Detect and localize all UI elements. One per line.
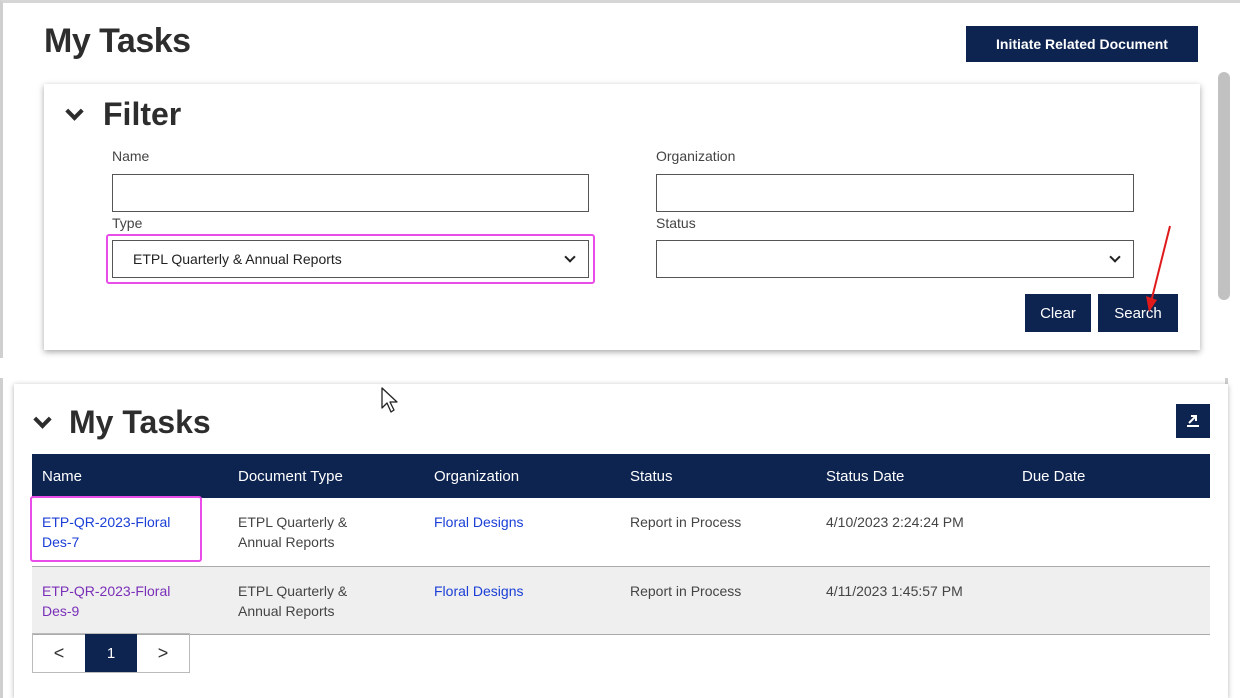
status-cell: Report in Process: [620, 566, 816, 635]
name-input[interactable]: [112, 174, 589, 212]
task-name-cell: ETP-QR-2023-Floral Des-9: [32, 566, 228, 635]
organization-label: Organization: [656, 148, 736, 164]
document-type-line2: Annual Reports: [238, 534, 335, 550]
export-button[interactable]: [1176, 404, 1210, 438]
document-type-line2: Annual Reports: [238, 602, 335, 619]
status-cell: Report in Process: [620, 498, 816, 567]
organization-cell: Floral Designs: [424, 566, 620, 635]
tasks-table: Name Document Type Organization Status S…: [32, 454, 1210, 635]
table-row: ETP-QR-2023-Floral Des-9 ETPL Quarterly &…: [32, 566, 1210, 635]
organization-link[interactable]: Floral Designs: [434, 583, 523, 599]
name-label: Name: [112, 148, 150, 164]
select-caret-icon: [1109, 251, 1121, 263]
pagination-prev-button[interactable]: <: [33, 634, 85, 672]
column-header-status[interactable]: Status: [620, 454, 816, 498]
export-icon: [1187, 415, 1199, 427]
column-header-name[interactable]: Name: [32, 454, 228, 498]
filter-panel: Filter Name Organization Type ETPL Quart…: [44, 84, 1200, 350]
chevron-down-icon: [65, 102, 84, 121]
document-type-line1: ETPL Quarterly &: [238, 514, 348, 530]
select-caret-icon: [564, 251, 576, 263]
filter-toggle[interactable]: Filter: [64, 96, 181, 133]
chevron-down-icon: [33, 410, 52, 429]
mouse-cursor-icon: [381, 387, 398, 413]
type-select[interactable]: ETPL Quarterly & Annual Reports: [112, 240, 589, 278]
table-header-row: Name Document Type Organization Status S…: [32, 454, 1210, 498]
column-header-document-type[interactable]: Document Type: [228, 454, 424, 498]
filter-title: Filter: [103, 96, 182, 132]
document-type-line1: ETPL Quarterly &: [238, 582, 348, 599]
organization-cell: Floral Designs: [424, 498, 620, 567]
pagination: < 1 >: [32, 633, 190, 673]
scrollbar-thumb[interactable]: [1218, 72, 1230, 300]
status-select[interactable]: [656, 240, 1134, 278]
due-date-cell: [1012, 566, 1210, 635]
column-header-status-date[interactable]: Status Date: [816, 454, 1012, 498]
table-row: ETP-QR-2023-Floral Des-7 ETPL Quarterly &…: [32, 498, 1210, 567]
pagination-page-1[interactable]: 1: [85, 634, 137, 672]
pagination-next-button[interactable]: >: [137, 634, 189, 672]
my-tasks-toggle[interactable]: My Tasks: [32, 404, 211, 441]
status-date-cell: 4/10/2023 2:24:24 PM: [816, 498, 1012, 567]
type-selected-value: ETPL Quarterly & Annual Reports: [133, 251, 342, 267]
my-tasks-title: My Tasks: [69, 404, 211, 440]
organization-input[interactable]: [656, 174, 1134, 212]
status-label: Status: [656, 215, 696, 231]
my-tasks-panel: My Tasks Name Document Type Organization…: [14, 384, 1228, 698]
task-name-line2: Des-9: [42, 602, 80, 619]
document-type-cell: ETPL Quarterly & Annual Reports: [228, 566, 424, 635]
type-label: Type: [112, 215, 143, 231]
clear-button[interactable]: Clear: [1025, 294, 1091, 332]
task-name-highlight-annotation: [30, 496, 202, 562]
column-header-organization[interactable]: Organization: [424, 454, 620, 498]
organization-link[interactable]: Floral Designs: [434, 514, 523, 530]
task-name-line1: ETP-QR-2023-Floral: [42, 582, 171, 599]
initiate-related-document-button[interactable]: Initiate Related Document: [966, 26, 1198, 62]
document-type-cell: ETPL Quarterly & Annual Reports: [228, 498, 424, 567]
page-title: My Tasks: [44, 22, 191, 60]
red-arrow-annotation: [1146, 225, 1171, 312]
task-name-link[interactable]: ETP-QR-2023-Floral Des-9: [42, 583, 170, 619]
due-date-cell: [1012, 498, 1210, 567]
status-date-cell: 4/11/2023 1:45:57 PM: [816, 566, 1012, 635]
column-header-due-date[interactable]: Due Date: [1012, 454, 1210, 498]
